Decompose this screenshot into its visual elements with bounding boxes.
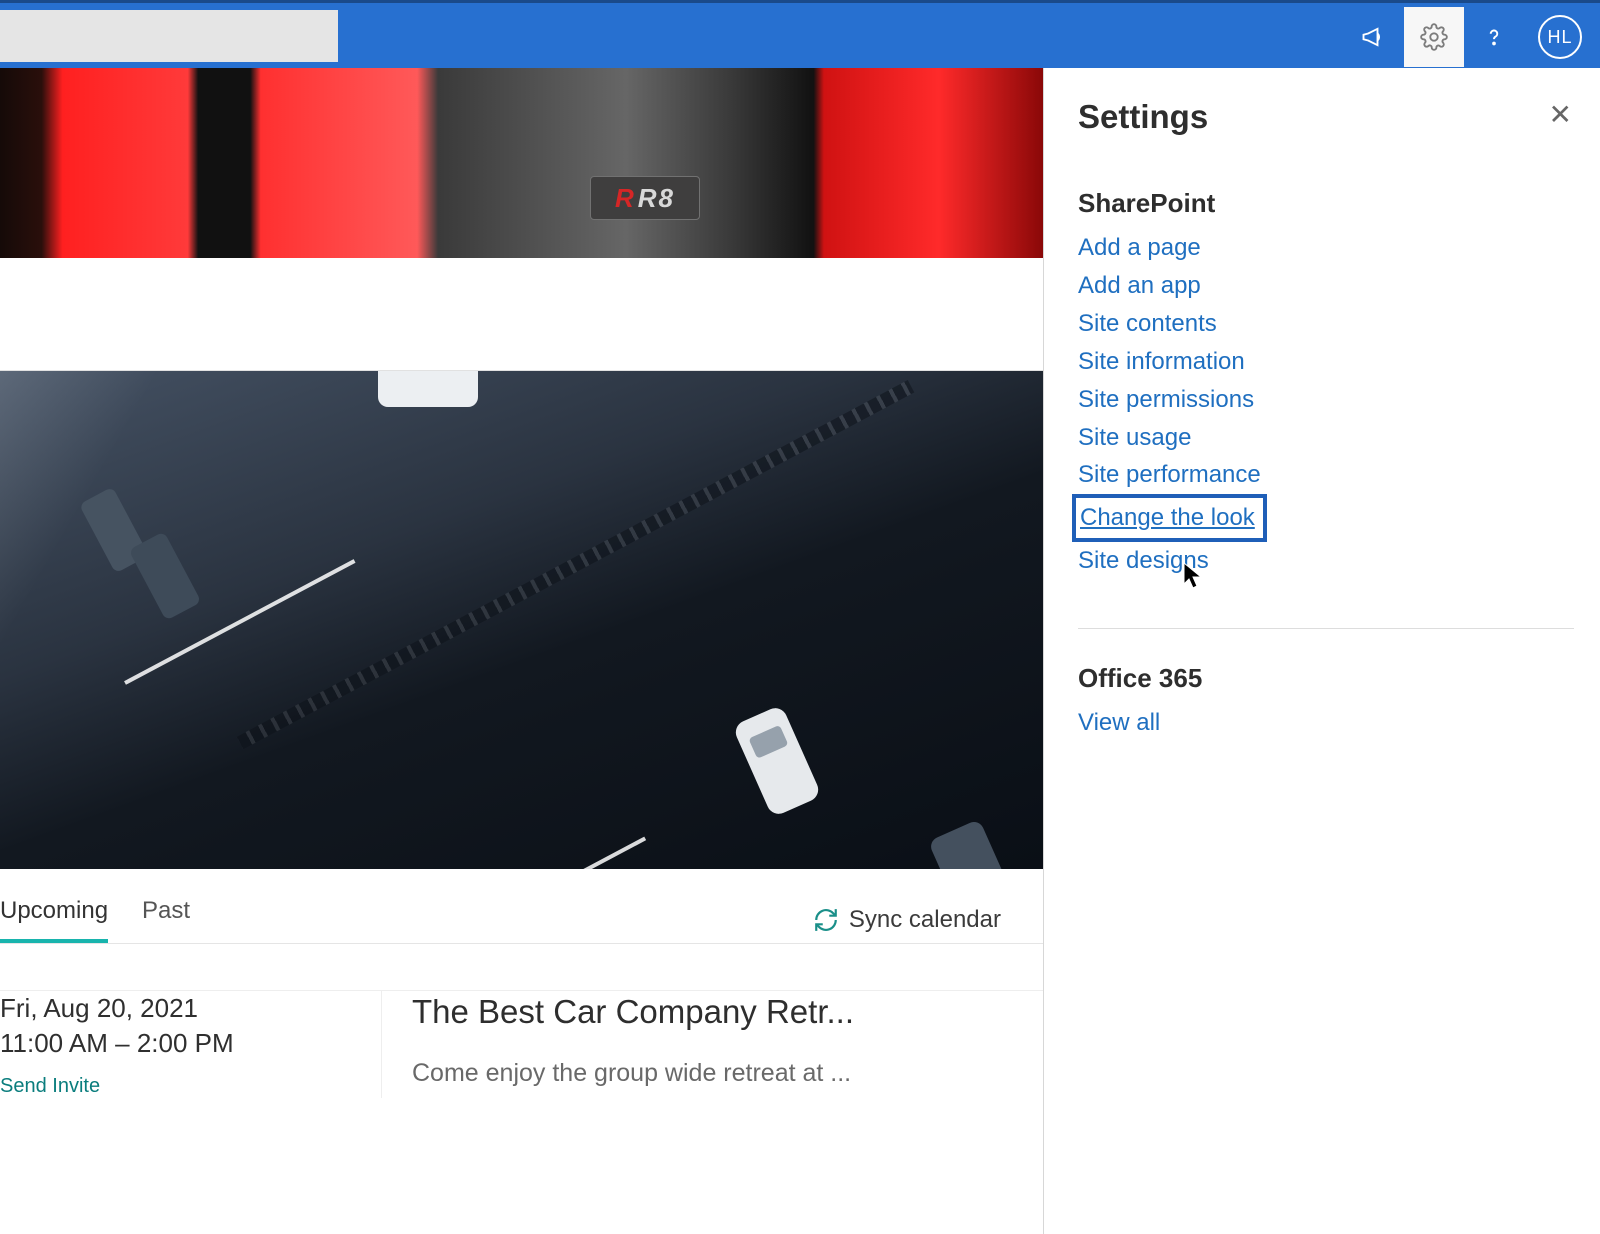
event-datetime: Fri, Aug 20, 2021 11:00 AM – 2:00 PM Sen… (0, 991, 381, 1098)
send-invite-link[interactable]: Send Invite (0, 1075, 100, 1098)
tab-past[interactable]: Past (142, 897, 190, 943)
events-tab-row: Upcoming Past Sync calendar (0, 897, 1043, 943)
event-title: The Best Car Company Retr... (412, 993, 1043, 1031)
link-performance[interactable]: Site performance (1078, 456, 1574, 494)
event-row: Fri, Aug 20, 2021 11:00 AM – 2:00 PM Sen… (0, 990, 1043, 1098)
link-add-app[interactable]: Add an app (1078, 267, 1574, 305)
search-input[interactable] (0, 10, 338, 62)
settings-section-o365: Office 365 (1078, 663, 1574, 694)
gear-icon[interactable] (1404, 7, 1464, 67)
settings-section-sharepoint: SharePoint (1078, 188, 1574, 219)
megaphone-icon[interactable] (1344, 7, 1404, 67)
settings-title: Settings (1078, 98, 1574, 136)
sync-label: Sync calendar (849, 906, 1001, 934)
settings-divider (1078, 628, 1574, 629)
link-site-designs[interactable]: Site designs (1078, 542, 1574, 580)
settings-panel: Settings ✕ SharePoint Add a page Add an … (1043, 68, 1600, 1234)
aerial-image (0, 371, 1043, 869)
event-description: Come enjoy the group wide retreat at ... (412, 1059, 1043, 1088)
link-contents[interactable]: Site contents (1078, 305, 1574, 343)
suite-header: HL (0, 0, 1600, 68)
avatar[interactable]: HL (1538, 15, 1582, 59)
page-body: RR8R8 Upcoming Past Sync ca (0, 68, 1600, 1234)
link-permissions[interactable]: Site permissions (1078, 381, 1574, 419)
sync-calendar-button[interactable]: Sync calendar (813, 906, 1001, 934)
event-date: Fri, Aug 20, 2021 (0, 993, 381, 1024)
event-details: The Best Car Company Retr... Come enjoy … (381, 991, 1043, 1098)
event-time: 11:00 AM – 2:00 PM (0, 1028, 381, 1059)
link-add-page[interactable]: Add a page (1078, 229, 1574, 267)
sync-icon (813, 907, 839, 933)
hero-gap (0, 258, 1043, 371)
events-tabs: Upcoming Past (0, 897, 190, 943)
link-change-look[interactable]: Change the look (1078, 494, 1574, 542)
help-icon[interactable] (1464, 7, 1524, 67)
close-icon[interactable]: ✕ (1549, 98, 1572, 131)
link-view-all[interactable]: View all (1078, 704, 1574, 742)
sharepoint-links: Add a page Add an app Site contents Site… (1078, 229, 1574, 580)
hero-badge: RR8R8 (590, 176, 700, 220)
events-section: Upcoming Past Sync calendar Fri, Aug 20,… (0, 869, 1043, 1098)
main-column: RR8R8 Upcoming Past Sync ca (0, 68, 1043, 1234)
link-info[interactable]: Site information (1078, 343, 1574, 381)
header-actions: HL (1344, 3, 1582, 71)
hero-banner: RR8R8 (0, 68, 1043, 258)
o365-links: View all (1078, 704, 1574, 742)
tab-upcoming[interactable]: Upcoming (0, 897, 108, 943)
link-usage[interactable]: Site usage (1078, 419, 1574, 457)
avatar-initials: HL (1547, 27, 1572, 48)
